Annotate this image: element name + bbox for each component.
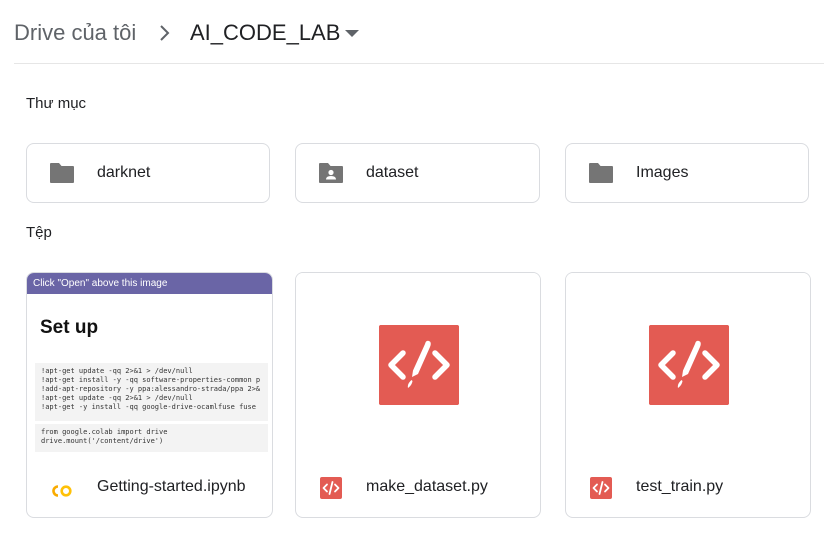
file-card-test-train[interactable]: test_train.py <box>565 272 811 518</box>
files-section-title: Tệp <box>26 224 52 241</box>
folder-card-images[interactable]: Images <box>565 143 809 203</box>
preview-banner: Click "Open" above this image <box>27 273 272 294</box>
preview-heading: Set up <box>40 317 99 338</box>
caret-down-icon[interactable] <box>345 30 359 38</box>
folders-section-title: Thư mục <box>26 95 87 112</box>
code-file-large-icon <box>649 325 729 405</box>
file-name: test_train.py <box>636 478 724 495</box>
code-line: !apt-get install -y -qq software-propert… <box>41 376 261 384</box>
folder-card-dataset[interactable]: dataset <box>295 143 540 203</box>
shared-folder-icon <box>319 163 343 183</box>
file-name: Getting-started.ipynb <box>97 478 246 495</box>
code-line: !apt-get update -qq 2>&1 > /dev/null <box>41 394 193 402</box>
folder-icon <box>589 163 613 183</box>
file-preview <box>566 273 810 459</box>
code-file-icon <box>320 477 342 499</box>
colab-icon <box>52 485 72 497</box>
preview-code-block: from google.colab import drive drive.moun… <box>35 424 268 452</box>
notebook-preview: Click "Open" above this image Set up !ap… <box>27 273 272 459</box>
file-name: make_dataset.py <box>366 478 488 495</box>
folder-icon <box>50 163 74 183</box>
folder-name: Images <box>636 164 689 181</box>
code-line: !add-apt-repository -y ppa:alessandro-st… <box>41 385 261 393</box>
file-preview <box>296 273 540 459</box>
folder-name: darknet <box>97 164 151 181</box>
folder-name: dataset <box>366 164 419 181</box>
code-file-large-icon <box>379 325 459 405</box>
breadcrumb-root[interactable]: Drive của tôi <box>14 20 136 46</box>
preview-code-block: !apt-get update -qq 2>&1 > /dev/null !apt… <box>35 363 268 421</box>
code-line: !apt-get -y install -qq google-drive-oca… <box>41 403 256 411</box>
chevron-right-icon <box>160 25 170 41</box>
code-line: from google.colab import drive <box>41 428 168 436</box>
file-card-make-dataset[interactable]: make_dataset.py <box>295 272 541 518</box>
breadcrumb-current[interactable]: AI_CODE_LAB <box>190 20 340 46</box>
file-card-getting-started[interactable]: Click "Open" above this image Set up !ap… <box>26 272 273 518</box>
folder-card-darknet[interactable]: darknet <box>26 143 270 203</box>
code-line: !apt-get update -qq 2>&1 > /dev/null <box>41 367 193 375</box>
code-file-icon <box>590 477 612 499</box>
code-line: drive.mount('/content/drive') <box>41 437 164 445</box>
